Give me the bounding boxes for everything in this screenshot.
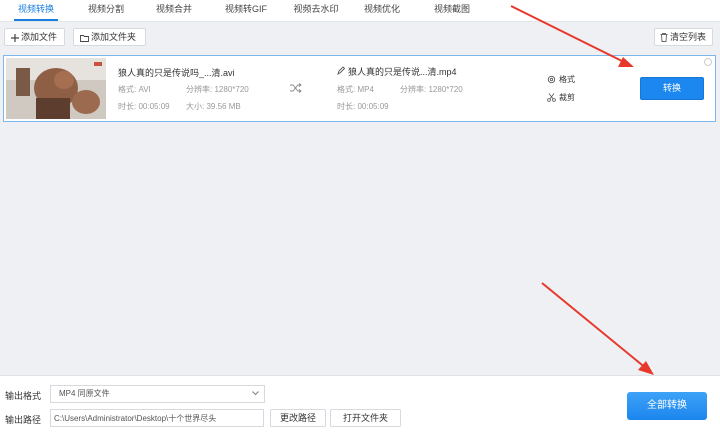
gear-icon	[547, 75, 556, 84]
add-file-label: 添加文件	[21, 32, 58, 42]
open-folder-button[interactable]: 打开文件夹	[330, 409, 401, 427]
cut-button[interactable]: 裁剪	[547, 92, 575, 103]
output-format-value: MP4 同原文件	[59, 389, 110, 398]
cut-action-label: 裁剪	[559, 93, 575, 102]
output-settings-panel: 输出格式 MP4 同原文件 输出路径 更改路径 打开文件夹 全部转换	[0, 375, 720, 433]
source-size: 39.56 MB	[206, 102, 241, 111]
source-format-label: 格式:	[118, 85, 137, 94]
change-path-button[interactable]: 更改路径	[270, 409, 326, 427]
tab-remove-watermark[interactable]: 视频去水印	[285, 0, 347, 21]
target-file-name[interactable]: 狼人真的只是传说...清.mp4	[348, 65, 457, 78]
plus-icon	[11, 34, 19, 42]
chevron-down-icon	[252, 391, 259, 396]
source-resolution: 1280*720	[214, 85, 249, 94]
scissors-icon	[547, 93, 556, 102]
tab-video-split[interactable]: 视频分割	[78, 0, 134, 21]
target-format: MP4	[357, 85, 374, 94]
target-format-label: 格式:	[337, 85, 356, 94]
tab-bar: 视频转换 视频分割 视频合并 视频转GIF 视频去水印 视频优化 视频截图	[0, 0, 720, 22]
format-settings-button[interactable]: 格式	[547, 74, 575, 85]
output-path-input[interactable]	[50, 409, 264, 427]
output-format-label: 输出格式	[5, 391, 42, 401]
source-duration-label: 时长:	[118, 102, 137, 111]
add-folder-button[interactable]: 添加文件夹	[73, 28, 146, 46]
clear-list-label: 清空列表	[670, 32, 707, 42]
source-format: AVI	[138, 85, 151, 94]
tab-video-convert[interactable]: 视频转换	[8, 0, 64, 21]
convert-all-button[interactable]: 全部转换	[627, 392, 707, 420]
source-file-name: 狼人真的只是传说吗_...清.avi	[118, 68, 235, 78]
source-size-label: 大小:	[186, 102, 205, 111]
target-duration: 00:05:09	[357, 102, 389, 111]
tab-video-optimize[interactable]: 视频优化	[356, 0, 408, 21]
output-format-select[interactable]: MP4 同原文件	[50, 385, 265, 403]
format-action-label: 格式	[559, 75, 575, 84]
arrow-to-convert-all	[541, 282, 654, 375]
output-path-label: 输出路径	[5, 415, 42, 425]
video-thumbnail	[6, 58, 106, 119]
convert-button[interactable]: 转换	[640, 77, 704, 100]
file-row[interactable]: 狼人真的只是传说吗_...清.avi 格式: AVI 分辨率: 1280*720…	[3, 55, 716, 122]
source-resolution-label: 分辨率:	[186, 85, 213, 94]
target-resolution-label: 分辨率:	[400, 85, 427, 94]
add-folder-label: 添加文件夹	[91, 32, 137, 42]
source-duration: 00:05:09	[138, 102, 170, 111]
folder-icon	[80, 35, 89, 42]
tab-video-merge[interactable]: 视频合并	[146, 0, 202, 21]
shuffle-icon	[290, 83, 302, 93]
trash-icon	[660, 33, 668, 42]
pencil-icon[interactable]	[337, 66, 345, 75]
add-file-button[interactable]: 添加文件	[4, 28, 65, 46]
clear-list-button[interactable]: 清空列表	[654, 28, 713, 46]
target-resolution: 1280*720	[428, 85, 463, 94]
toolbar: 添加文件 添加文件夹 清空列表	[0, 28, 720, 48]
remove-file-icon[interactable]	[704, 58, 712, 66]
target-duration-label: 时长:	[337, 102, 356, 111]
tab-video-screenshot[interactable]: 视频截图	[426, 0, 478, 21]
tab-video-to-gif[interactable]: 视频转GIF	[216, 0, 276, 21]
